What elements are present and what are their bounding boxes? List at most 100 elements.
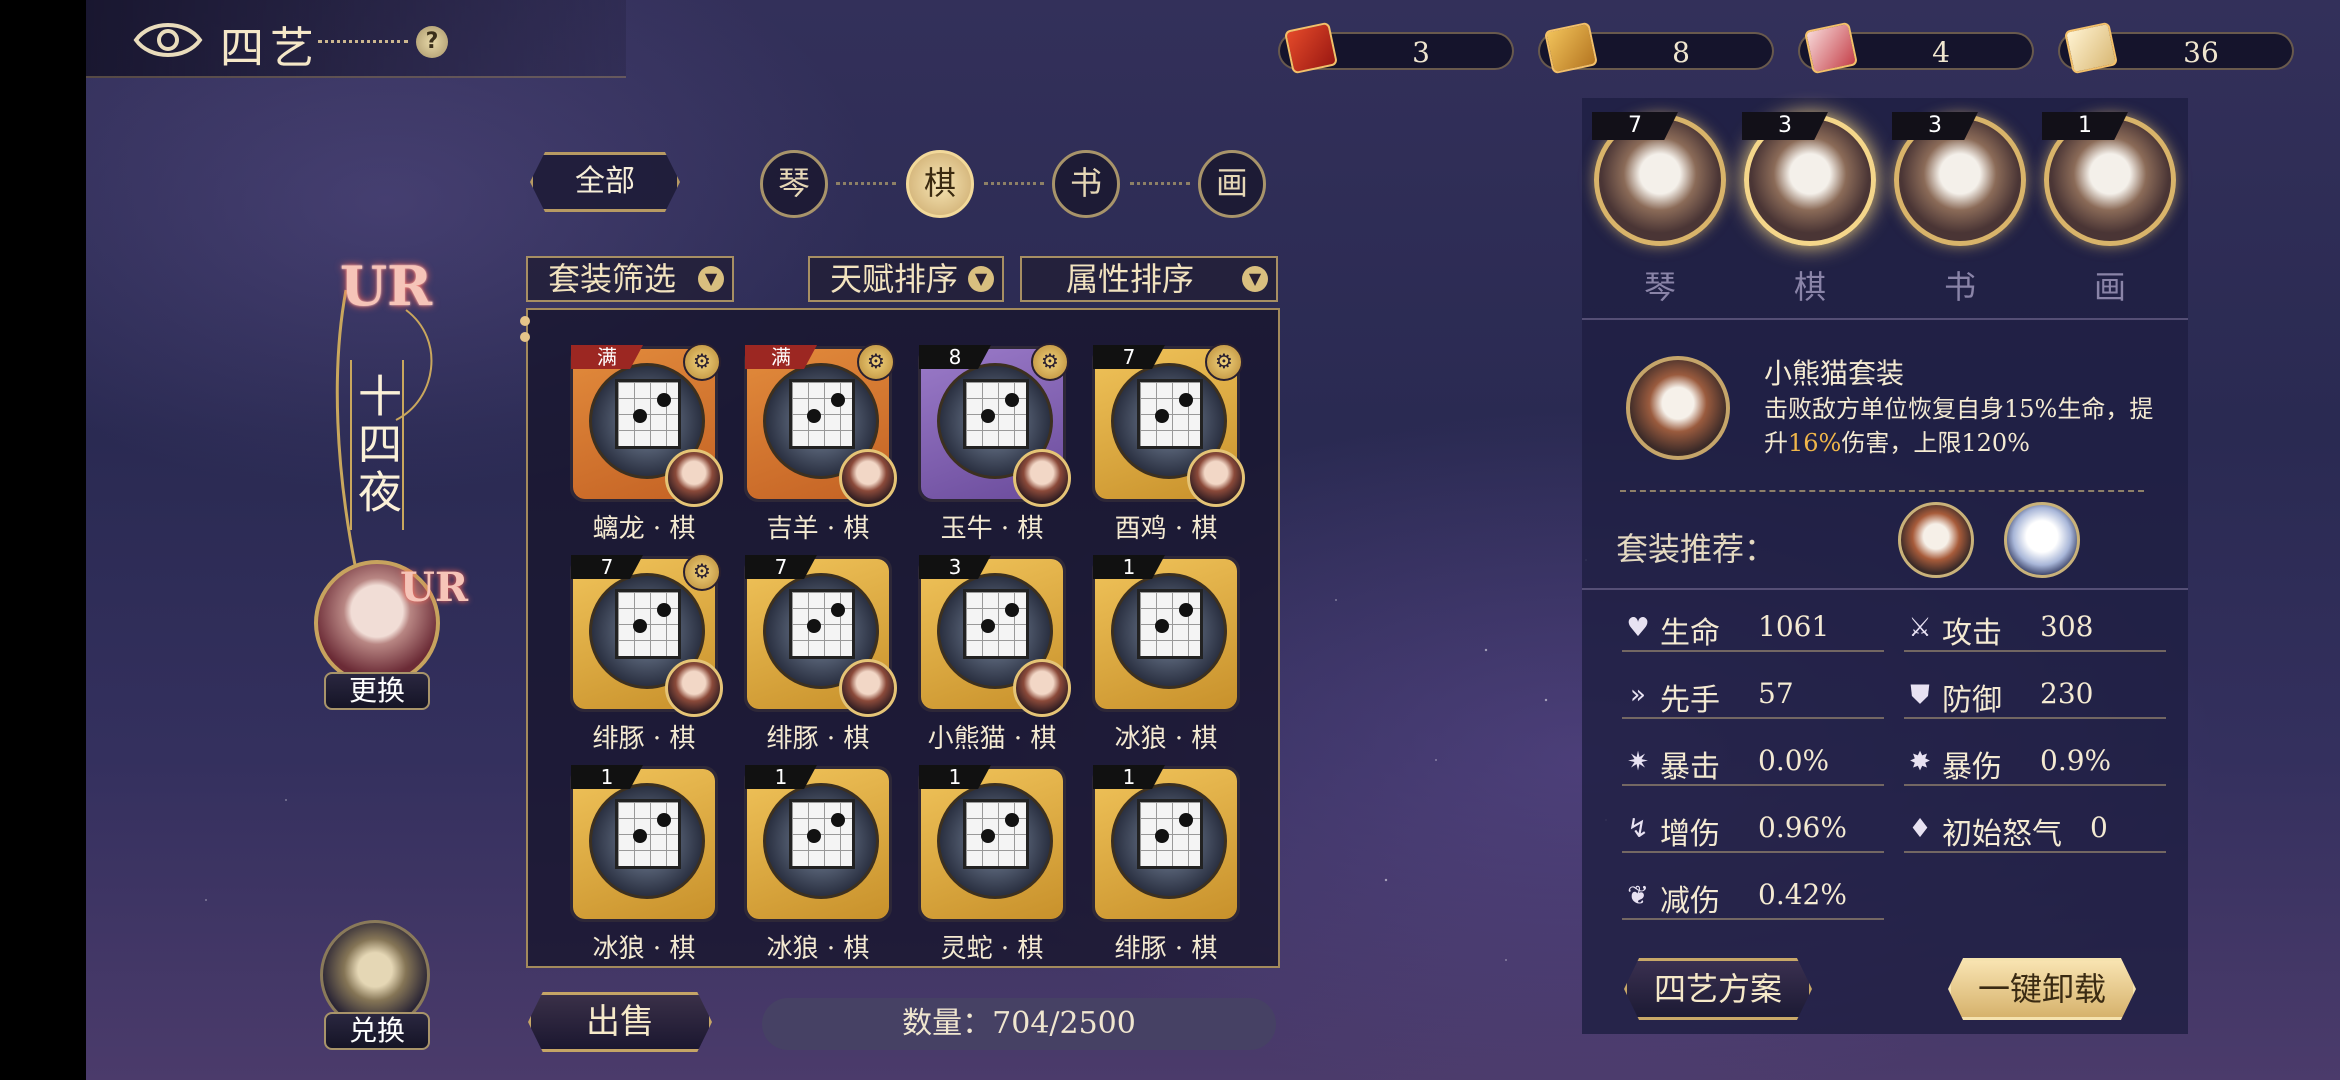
item-label: 绯豚 · 棋 xyxy=(766,724,870,754)
divider xyxy=(1582,318,2188,320)
go-board-icon xyxy=(1137,799,1203,869)
go-stone xyxy=(807,619,821,633)
red-panda-set-icon xyxy=(1626,356,1730,460)
heart-icon: ♥ xyxy=(1626,613,1650,643)
go-board-icon xyxy=(1137,379,1203,449)
lock-icon[interactable]: ⚙ xyxy=(1031,343,1069,381)
scroll-indicator[interactable] xyxy=(520,316,534,356)
go-stone xyxy=(633,619,647,633)
tab-connector xyxy=(836,182,896,185)
divider xyxy=(1620,490,2144,492)
resource-counter-4[interactable]: 36 xyxy=(2058,21,2294,75)
lock-icon[interactable]: ⚙ xyxy=(683,553,721,591)
go-stone xyxy=(1005,603,1019,617)
item-card[interactable]: 满 ⚙ xyxy=(570,343,723,507)
crit-damage-icon: ✸ xyxy=(1909,747,1931,777)
talent-sort-dropdown[interactable]: 天赋排序 ▼ xyxy=(808,256,1004,302)
stat-row: ♦ 初始怒气 0 xyxy=(1904,807,2166,853)
owner-avatar xyxy=(1013,659,1071,717)
item-card[interactable]: 8 ⚙ xyxy=(918,343,1071,507)
recommended-horse-icon[interactable] xyxy=(2004,502,2080,578)
change-character-button[interactable]: 更换 xyxy=(324,672,430,710)
unload-all-button[interactable]: 一键卸载 xyxy=(1948,958,2136,1020)
stat-value: 0.96% xyxy=(1758,811,1847,844)
red-scroll-icon xyxy=(1283,21,1339,75)
resource-value: 8 xyxy=(1672,36,1690,69)
set-filter-dropdown[interactable]: 套装筛选 ▼ xyxy=(526,256,734,302)
owner-avatar xyxy=(1013,449,1071,507)
talent-sort-label: 天赋排序 xyxy=(830,260,959,298)
item-card[interactable]: 3 xyxy=(918,555,1071,717)
stat-label: 暴击 xyxy=(1660,750,1720,785)
tab-qin[interactable]: 琴 xyxy=(760,150,828,218)
go-stone xyxy=(1179,813,1193,827)
character-name: 十四夜 xyxy=(350,360,404,530)
resource-counter-2[interactable]: 8 xyxy=(1538,21,1774,75)
go-board-icon xyxy=(615,379,681,449)
go-board-icon xyxy=(615,589,681,659)
back-icon[interactable] xyxy=(130,14,206,66)
resource-counter-3[interactable]: 4 xyxy=(1798,21,2034,75)
item-card[interactable]: 7 ⚙ xyxy=(1092,343,1245,507)
item-label: 灵蛇 · 棋 xyxy=(940,934,1044,964)
item-card[interactable]: 1 xyxy=(744,765,892,922)
pale-scroll-icon xyxy=(2063,21,2119,75)
item-card[interactable]: 1 xyxy=(1092,765,1240,922)
go-stone xyxy=(633,409,647,423)
go-stone xyxy=(807,829,821,843)
lock-icon[interactable]: ⚙ xyxy=(1205,343,1243,381)
plan-button[interactable]: 四艺方案 xyxy=(1624,958,1812,1020)
tab-connector xyxy=(984,182,1044,185)
item-card[interactable]: 7 ⚙ xyxy=(570,553,723,717)
item-label: 绯豚 · 棋 xyxy=(592,724,696,754)
item-label: 玉牛 · 棋 xyxy=(940,514,1044,544)
shield-icon: ⛊ xyxy=(1910,680,1930,710)
lock-icon[interactable]: ⚙ xyxy=(683,343,721,381)
chevron-down-icon: ▼ xyxy=(968,266,994,292)
stat-label: 先手 xyxy=(1660,683,1720,718)
speed-icon: » xyxy=(1630,680,1646,710)
set-description: 击败敌方单位恢复自身15%生命，提升16%伤害，上限120% xyxy=(1764,395,2154,457)
set-name: 小熊猫套装 xyxy=(1764,357,1905,390)
slot-label: 画 xyxy=(2093,268,2126,306)
slot-label: 书 xyxy=(1943,268,1976,306)
chevron-down-icon: ▼ xyxy=(1242,266,1268,292)
go-stone xyxy=(831,813,845,827)
exchange-button[interactable]: 兑换 xyxy=(324,1012,430,1050)
item-label: 吉羊 · 棋 xyxy=(766,514,870,544)
sell-button[interactable]: 出售 xyxy=(528,992,712,1052)
item-card[interactable]: 1 xyxy=(1092,555,1240,712)
inventory-count: 数量：704/2500 xyxy=(762,998,1276,1050)
owner-avatar xyxy=(839,449,897,507)
go-board-icon xyxy=(789,379,855,449)
item-card[interactable]: 1 xyxy=(570,765,718,922)
filter-all-button[interactable]: 全部 xyxy=(530,152,680,212)
set-recommend-label: 套装推荐： xyxy=(1616,530,1777,568)
go-stone xyxy=(831,393,845,407)
help-icon[interactable]: ? xyxy=(416,26,448,58)
owner-avatar xyxy=(665,449,723,507)
go-board-icon xyxy=(789,589,855,659)
go-board-icon xyxy=(963,589,1029,659)
resource-value: 4 xyxy=(1932,36,1950,69)
tab-qi[interactable]: 棋 xyxy=(906,150,974,218)
stat-value: 308 xyxy=(2040,610,2094,643)
resource-counter-1[interactable]: 3 xyxy=(1278,21,1514,75)
item-card[interactable]: 7 xyxy=(744,555,897,717)
stat-row: » 先手 57 xyxy=(1622,673,1884,719)
item-label: 绯豚 · 棋 xyxy=(1114,934,1218,964)
item-card[interactable]: 满 ⚙ xyxy=(744,343,897,507)
owner-avatar xyxy=(1187,449,1245,507)
attribute-sort-dropdown[interactable]: 属性排序 ▼ xyxy=(1020,256,1278,302)
item-card[interactable]: 1 xyxy=(918,765,1066,922)
lock-icon[interactable]: ⚙ xyxy=(857,343,895,381)
go-stone xyxy=(1179,393,1193,407)
set-filter-label: 套装筛选 xyxy=(548,260,677,298)
go-board-icon xyxy=(789,799,855,869)
tab-shu[interactable]: 书 xyxy=(1052,150,1120,218)
item-label: 冰狼 · 棋 xyxy=(592,934,696,964)
recommended-red-panda-icon[interactable] xyxy=(1898,502,1974,578)
tab-hua[interactable]: 画 xyxy=(1198,150,1266,218)
stat-value: 0.9% xyxy=(2040,744,2112,777)
stat-row: ✷ 暴击 0.0% xyxy=(1622,740,1884,786)
